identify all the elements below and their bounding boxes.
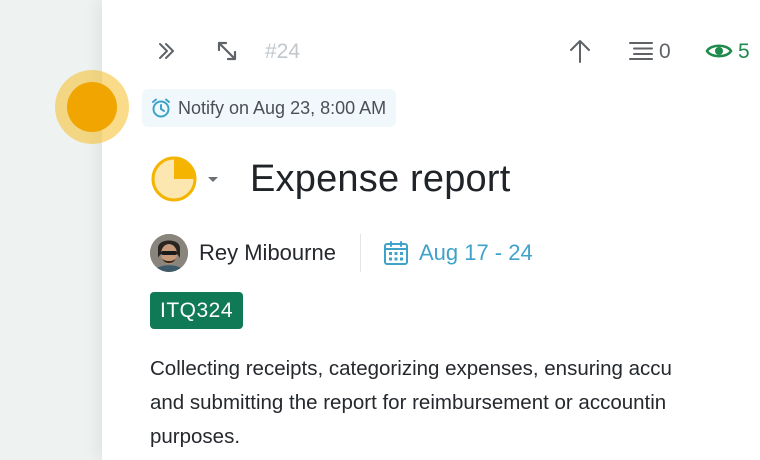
eye-icon[interactable] <box>702 34 736 68</box>
date-range[interactable]: Aug 17 - 24 <box>419 240 533 266</box>
title-row: Expense report <box>150 152 511 206</box>
reminder-text: Notify on Aug 23, 8:00 AM <box>178 97 387 118</box>
task-detail-panel: #24 0 5 Notify on Aug 23, 8:00 AM Expens… <box>102 0 760 460</box>
task-title[interactable]: Expense report <box>250 158 511 201</box>
task-id: #24 <box>265 40 301 63</box>
task-description[interactable]: Collecting receipts, categorizing expens… <box>150 352 760 454</box>
divider <box>359 234 361 272</box>
description-line: purposes. <box>150 425 241 448</box>
tag-badge[interactable]: ITQ324 <box>150 292 244 329</box>
progress-icon[interactable] <box>150 155 198 203</box>
calendar-icon[interactable] <box>383 240 409 266</box>
assignee-name[interactable]: Rey Mibourne <box>199 240 336 266</box>
subtasks-count: 0 <box>659 40 671 63</box>
alarm-clock-icon <box>150 97 172 119</box>
meta-row: Rey Mibourne Aug 17 - 24 <box>150 234 533 272</box>
list-icon[interactable] <box>624 34 658 68</box>
resize-icon[interactable] <box>210 34 244 68</box>
cursor-dot <box>67 82 117 132</box>
expand-right-icon[interactable] <box>149 34 183 68</box>
toolbar: #24 0 5 <box>102 34 760 68</box>
reminder-chip[interactable]: Notify on Aug 23, 8:00 AM <box>142 89 397 127</box>
description-line: Collecting receipts, categorizing expens… <box>150 357 672 380</box>
description-line: and submitting the report for reimbursem… <box>150 391 667 414</box>
status-dropdown-icon[interactable] <box>206 174 220 184</box>
avatar[interactable] <box>150 234 188 272</box>
arrow-up-icon[interactable] <box>563 34 597 68</box>
watchers-count: 5 <box>738 40 750 63</box>
